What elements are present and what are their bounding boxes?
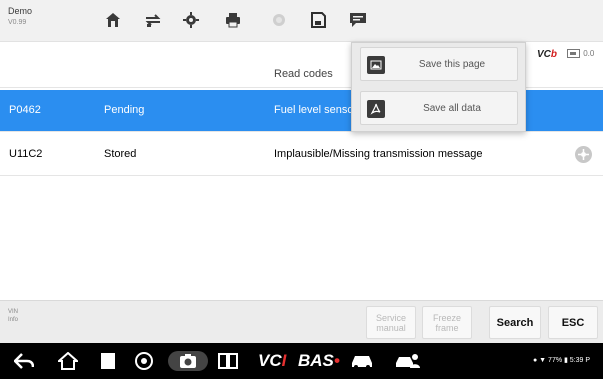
save-this-page-label: Save this page (418, 59, 486, 70)
recent-apps-icon[interactable] (101, 351, 115, 371)
battery-version-indicator: 0.0 (567, 49, 595, 59)
esc-button[interactable]: ESC (548, 306, 598, 339)
service-manual-button[interactable]: Service manual (366, 306, 416, 339)
vehicle-swap-icon[interactable] (140, 8, 166, 32)
bas-shortcut-prefix: BAS (298, 351, 334, 370)
battery-icon (567, 49, 580, 59)
system-nav-bar: VC I BAS • ● ▼ 77% ▮ 5:39 P (0, 343, 603, 379)
vci-shortcut-prefix: VC (258, 351, 282, 370)
freeze-line1: Freeze (432, 312, 461, 323)
version-text: 0.0 (583, 49, 595, 58)
save-menu-popup: Save this page Save all data (351, 42, 526, 132)
bottom-action-bar: VIN Info Service manual Freeze frame Sea… (0, 300, 603, 343)
status-cell: Stored (104, 148, 137, 160)
code-row[interactable]: U11C2 Stored Implausible/Missing transmi… (0, 134, 603, 176)
system-status: ● ▼ 77% ▮ 5:39 P (533, 357, 591, 364)
vin-label: VIN (8, 309, 19, 315)
home-icon[interactable] (100, 8, 126, 32)
image-icon (367, 56, 385, 74)
vci-status-badge[interactable]: VCb (537, 49, 557, 60)
multi-window-icon[interactable] (218, 351, 238, 371)
vci-accent: b (550, 49, 558, 60)
save-this-page-button[interactable]: Save this page (360, 47, 518, 81)
home-nav-icon[interactable] (58, 351, 78, 371)
page-title: Read codes (274, 68, 333, 80)
remote-expert-icon[interactable] (395, 351, 421, 371)
vci-prefix: VC (537, 49, 551, 60)
service-line2: manual (376, 322, 406, 333)
description-cell: Fuel level sensor (274, 104, 358, 116)
info-label: Info (8, 317, 19, 323)
freeze-line2: frame (435, 322, 459, 333)
back-icon[interactable] (14, 351, 34, 371)
top-toolbar: Demo V0.99 (0, 0, 603, 42)
save-icon[interactable] (305, 8, 331, 32)
code-cell: P0462 (9, 104, 41, 116)
screen: Demo V0.99 Read codes VCb 0.0 P0462 Pend… (0, 0, 603, 379)
vci-shortcut[interactable]: VC I (258, 351, 286, 371)
vci-shortcut-accent: I (281, 351, 287, 370)
chat-icon[interactable] (345, 8, 371, 32)
status-cell: Pending (104, 104, 145, 116)
app-version: V0.99 (8, 19, 27, 26)
screenshot-icon[interactable] (168, 351, 208, 371)
pdf-icon (367, 100, 385, 118)
car-icon[interactable] (350, 351, 374, 371)
code-cell: U11C2 (9, 148, 43, 160)
bas-shortcut-accent: • (333, 351, 340, 370)
print-icon[interactable] (220, 8, 246, 32)
save-all-data-button[interactable]: Save all data (360, 91, 518, 125)
app-info: Demo V0.99 (8, 6, 32, 28)
save-all-data-label: Save all data (423, 103, 481, 114)
search-button[interactable]: Search (489, 306, 541, 339)
vin-info: VIN Info (8, 308, 18, 324)
service-line1: Service (375, 312, 406, 323)
gear-icon[interactable] (178, 8, 204, 32)
freeze-frame-button[interactable]: Freeze frame (422, 306, 472, 339)
browser-icon[interactable] (135, 351, 153, 371)
description-cell: Implausible/Missing transmission message (274, 148, 483, 160)
app-name: Demo (8, 6, 33, 16)
camera-icon[interactable] (266, 8, 292, 32)
help-icon[interactable] (575, 146, 592, 163)
bas-shortcut[interactable]: BAS • (298, 351, 340, 371)
